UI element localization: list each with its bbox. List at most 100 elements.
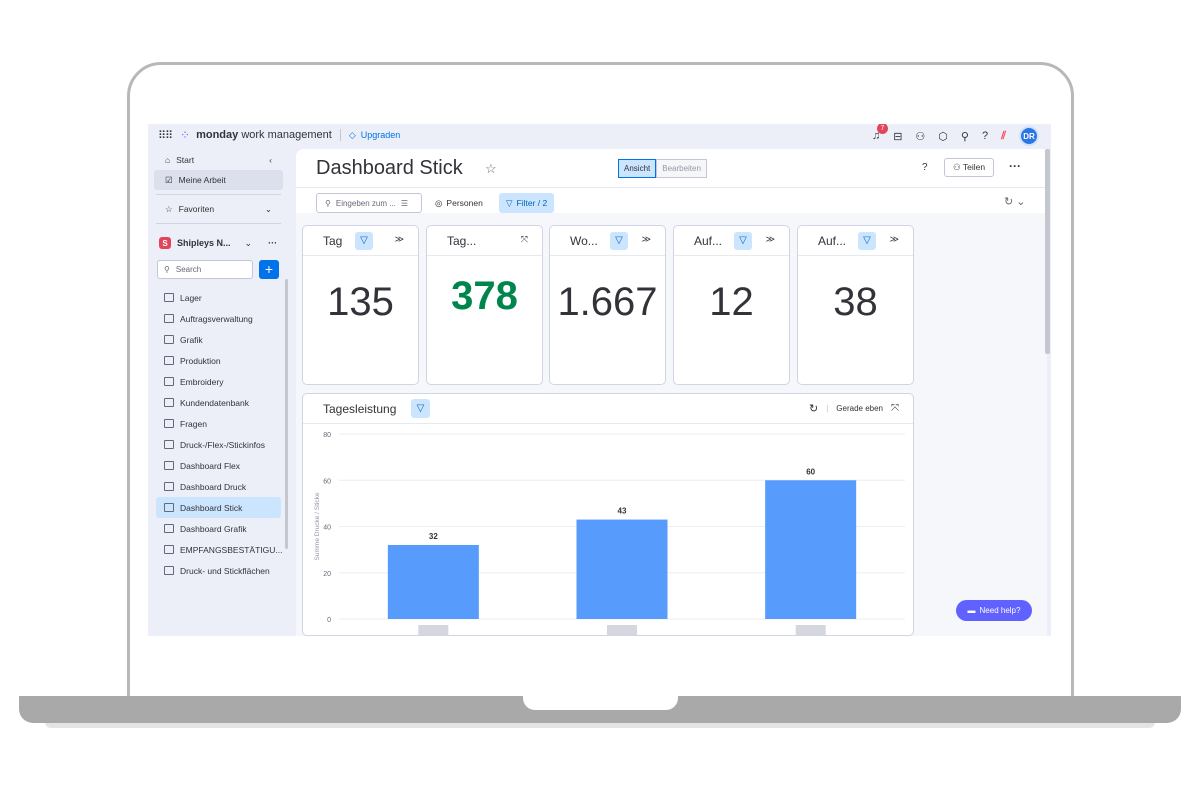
search-icon[interactable]: ⚲ (961, 130, 969, 143)
sidebar-board-label: Dashboard Stick (180, 502, 243, 513)
sidebar-board-label: Grafik (180, 334, 203, 345)
notifications-bell-icon[interactable]: ♫ 7 (872, 124, 888, 142)
laptop-notch (523, 696, 678, 710)
apps-marketplace-icon[interactable]: ⬡ (938, 130, 948, 143)
main-scrollbar[interactable] (1045, 149, 1050, 354)
dashboard-icon (164, 524, 174, 533)
divider (156, 194, 281, 195)
divider (156, 223, 281, 224)
fullscreen-icon[interactable]: ⤧ (891, 403, 899, 414)
chart-bar (387, 545, 479, 619)
refresh-icon[interactable]: ↻ (809, 402, 818, 415)
inbox-icon[interactable]: ⊟ (893, 130, 902, 143)
share-button[interactable]: ⚇ Teilen (944, 158, 995, 177)
monday-product-icon[interactable]: ⫽ (1001, 130, 1006, 143)
collapse-icon[interactable]: ≫ (890, 234, 899, 245)
bar-chart: 0 20 40 60 80 Summe Drucke / Sticke 32 43 60 (314, 432, 905, 635)
sidebar-board-label: Fragen (180, 418, 207, 429)
filter-icon[interactable]: ▽ (355, 232, 373, 250)
more-options-icon[interactable]: ··· (268, 238, 277, 248)
widget-title: Auf... (818, 233, 847, 248)
widget-title: Auf... (694, 233, 723, 248)
chevron-down-icon: ⌄ (264, 203, 272, 214)
sidebar-board-item[interactable]: EMPFANGSBESTÄTIGU... (156, 539, 283, 560)
person-icon: ◎ (435, 197, 443, 208)
sidebar-board-item[interactable]: Embroidery (156, 371, 281, 392)
widget-value: 12 (709, 280, 754, 324)
refresh-icon[interactable]: ↻ ⌄ (1004, 195, 1026, 208)
persons-filter-button[interactable]: ◎ Personen (435, 193, 483, 213)
avatar[interactable]: DR (1019, 126, 1039, 146)
sidebar-board-item[interactable]: Fragen (156, 413, 281, 434)
sidebar-board-label: Kundendatenbank (180, 397, 250, 408)
filter-button[interactable]: ▽ Filter / 2 (499, 193, 555, 213)
filter-icon[interactable]: ▽ (610, 232, 628, 250)
help-icon[interactable]: ? (922, 162, 928, 173)
sidebar-item-favorites[interactable]: ☆ Favoriten ⌄ (154, 199, 283, 219)
workspace-selector[interactable]: S Shipleys N... ⌄ ··· (148, 232, 289, 254)
view-mode-button[interactable]: Ansicht (618, 159, 657, 178)
dashboard-search-input[interactable]: ⚲ Eingeben zum ... ☰ (316, 193, 422, 213)
fullscreen-icon[interactable]: ⤧ (521, 234, 528, 245)
chart-widget-header: Tagesleistung ▽ ↻ | Gerade eben ⤧ (303, 394, 913, 424)
apps-grid-icon[interactable]: ⠿⠿ (158, 129, 173, 142)
widget-value: 378 (451, 274, 518, 318)
chart-widget: Tagesleistung ▽ ↻ | Gerade eben ⤧ 0 20 40 6… (302, 393, 914, 636)
more-options-icon[interactable]: ··· (1009, 159, 1021, 173)
sidebar-board-item[interactable]: Kundendatenbank (156, 392, 281, 413)
sidebar-item-start[interactable]: ⌂ Start ‹ (154, 150, 283, 170)
sidebar-board-item[interactable]: Dashboard Grafik (156, 518, 281, 539)
sidebar-board-label: Dashboard Grafik (180, 523, 247, 534)
filter-settings-icon[interactable]: ☰ (401, 199, 408, 208)
number-widget: Tag ▽ ≫ 135 (302, 225, 419, 385)
app-screen: ⠿⠿ ⁘ monday work management ◇ Upgraden ♫ 7… (148, 124, 1051, 636)
sidebar-board-label: EMPFANGSBESTÄTIGU... (180, 544, 283, 555)
sidebar-board-item[interactable]: Dashboard Flex (156, 455, 281, 476)
number-widget: Wo... ▽ ≫ 1.667 (549, 225, 666, 385)
redacted-category-label (795, 625, 826, 635)
sidebar-board-item[interactable]: Auftragsverwaltung (156, 308, 281, 329)
person-add-icon: ⚇ (953, 162, 961, 172)
collapse-icon[interactable]: ≫ (766, 234, 775, 245)
sidebar-board-item[interactable]: Dashboard Druck (156, 476, 281, 497)
board-icon (164, 293, 174, 302)
page-title: Dashboard Stick (316, 157, 463, 179)
sidebar-board-item[interactable]: Druck- und Stickflächen (156, 560, 281, 581)
view-mode-toggle: Ansicht Bearbeiten (618, 159, 707, 178)
workspace-badge: S (159, 237, 171, 249)
sidebar-board-item[interactable]: Dashboard Stick (156, 497, 281, 518)
add-item-button[interactable]: + (259, 260, 279, 279)
bar-data-label: 43 (618, 507, 627, 516)
filter-icon[interactable]: ▽ (734, 232, 752, 250)
sidebar-board-item[interactable]: Produktion (156, 350, 281, 371)
filter-icon[interactable]: ▽ (858, 232, 876, 250)
collapse-icon[interactable]: ≫ (395, 234, 404, 245)
brand-name: monday work management (196, 129, 332, 141)
sidebar-item-my-work[interactable]: ☑ Meine Arbeit (154, 170, 283, 190)
widget-title: Tag... (447, 233, 477, 248)
bar-data-label: 60 (806, 467, 815, 476)
favorite-star-icon[interactable]: ☆ (485, 161, 497, 177)
invite-members-icon[interactable]: ⚇ (915, 130, 925, 143)
sidebar-search-input[interactable]: ⚲ Search (157, 260, 253, 279)
sidebar-board-item[interactable]: Grafik (156, 329, 281, 350)
sidebar-scrollbar[interactable] (285, 279, 288, 549)
help-icon[interactable]: ? (982, 130, 988, 142)
sidebar-board-item[interactable]: Druck-/Flex-/Stickinfos (156, 434, 281, 455)
sidebar-board-item[interactable]: Lager (156, 287, 281, 308)
dashboard-main: Dashboard Stick ☆ Ansicht Bearbeiten ? ⚇… (296, 149, 1047, 636)
upgrade-button[interactable]: ◇ Upgraden (349, 130, 400, 141)
chevron-down-icon[interactable]: ⌄ (245, 238, 253, 249)
edit-mode-button[interactable]: Bearbeiten (656, 159, 707, 178)
chart-actions: ↻ | Gerade eben ⤧ (809, 402, 899, 415)
filter-icon[interactable]: ▽ (411, 399, 430, 418)
board-icon (164, 314, 174, 323)
number-widget: Auf... ▽ ≫ 38 (797, 225, 914, 385)
need-help-button[interactable]: ▬ Need help? (956, 600, 1032, 621)
collapse-sidebar-icon[interactable]: ‹ (269, 155, 272, 165)
y-tick-label: 80 (323, 432, 331, 439)
collapse-icon[interactable]: ≫ (642, 234, 651, 245)
board-icon (164, 566, 174, 575)
board-icon (164, 398, 174, 407)
last-updated-label: Gerade eben (836, 404, 883, 413)
